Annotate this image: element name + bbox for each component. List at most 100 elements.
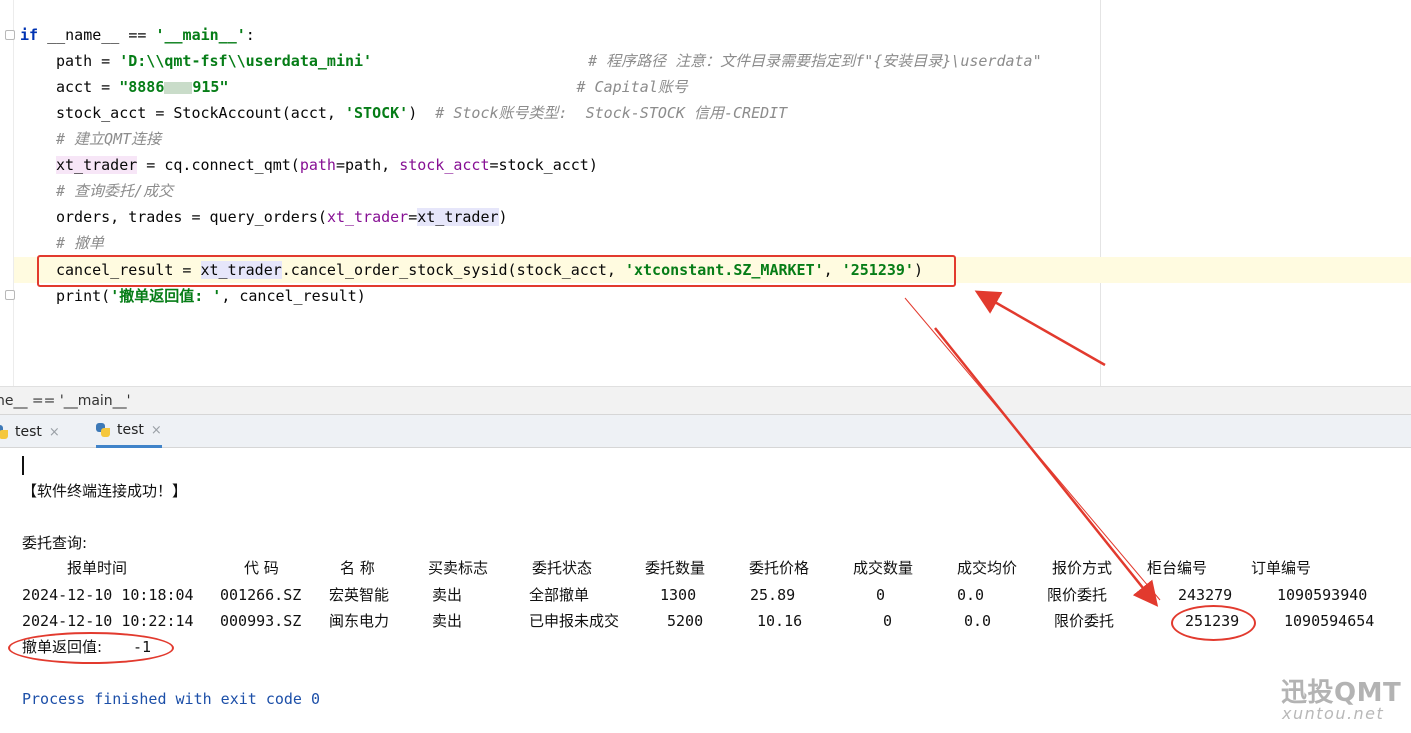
code-text: __name__ == <box>38 26 156 44</box>
col-header: 订单编号 <box>1251 559 1312 577</box>
text-cursor <box>22 456 24 475</box>
col-header: 成交均价 <box>957 559 1018 577</box>
run-tab-bar: test × test × <box>0 414 1411 448</box>
table-cell: 243279 <box>1178 586 1233 604</box>
table-cell: 000993.SZ <box>220 612 302 630</box>
code-line-2: path = 'D:\\qmt-fsf\\userdata_mini' # 程序路… <box>20 48 1042 74</box>
param-name: xt_trader <box>326 208 409 226</box>
table-cell: 全部撤单 <box>529 586 590 604</box>
col-header: 买卖标志 <box>428 559 489 577</box>
breadcrumb-item[interactable]: ne__ == '__main__' <box>0 393 131 409</box>
code-comment: # 程序路径 注意：文件目录需要指定到f"{安装目录}\userdata" <box>588 52 1042 70</box>
col-header: 委托数量 <box>645 559 706 577</box>
col-header: 柜台编号 <box>1147 559 1208 577</box>
annotation-highlight-box <box>37 255 956 287</box>
table-cell: 1090594654 <box>1284 612 1375 630</box>
code-text: = <box>408 208 418 226</box>
code-line-9: # 撤单 <box>20 230 104 256</box>
table-cell: 0 <box>876 586 886 604</box>
code-text: , cancel_result) <box>221 287 366 305</box>
code-comment: # Capital账号 <box>576 78 688 96</box>
breadcrumb[interactable]: ne__ == '__main__' <box>0 386 1411 414</box>
code-text: =path, <box>335 156 400 174</box>
variable-xt-trader: xt_trader <box>56 156 138 174</box>
table-cell: 卖出 <box>432 586 463 604</box>
python-icon <box>96 423 110 437</box>
code-text: : <box>245 26 255 44</box>
code-text: acct = <box>56 78 120 96</box>
code-line-4: stock_acct = StockAccount(acct, 'STOCK')… <box>20 100 787 126</box>
string-literal: '撤单返回值: ' <box>110 287 222 305</box>
connect-message: 【软件终端连接成功！】 <box>22 482 188 500</box>
col-header: 名 称 <box>340 559 375 577</box>
run-tab-test-1[interactable]: test × <box>0 415 60 449</box>
fold-close-icon[interactable] <box>5 290 15 300</box>
string-literal: "8886 <box>119 78 165 96</box>
table-cell: 0 <box>883 612 893 630</box>
col-header: 代 码 <box>244 559 279 577</box>
code-text: orders, trades = query_orders( <box>56 208 327 226</box>
code-text: =stock_acct) <box>489 156 598 174</box>
col-header: 报单时间 <box>67 559 128 577</box>
redacted-mask <box>164 81 193 94</box>
code-text: = cq.connect_qmt( <box>137 156 300 174</box>
process-finished-message: Process finished with exit code 0 <box>22 690 321 708</box>
table-cell: 2024-12-10 10:18:04 <box>22 586 194 604</box>
code-text: stock_acct = StockAccount(acct, <box>56 104 345 122</box>
variable-xt-trader: xt_trader <box>417 208 499 226</box>
code-line-1: if __name__ == '__main__': <box>20 22 255 48</box>
editor-gutter <box>0 0 14 386</box>
table-cell: 10.16 <box>757 612 803 630</box>
code-line-7: # 查询委托/成交 <box>20 178 173 204</box>
code-comment: # 建立QMT连接 <box>56 130 162 148</box>
code-comment: # 查询委托/成交 <box>56 182 174 200</box>
annotation-ellipse-sysid <box>1171 605 1256 641</box>
code-text: path = <box>56 52 120 70</box>
table-cell: 宏英智能 <box>329 586 390 604</box>
code-line-6: xt_trader = cq.connect_qmt(path=path, st… <box>20 152 598 178</box>
table-cell: 0.0 <box>964 612 992 630</box>
code-text: print( <box>56 287 111 305</box>
code-line-8: orders, trades = query_orders(xt_trader=… <box>20 204 508 230</box>
python-icon <box>0 425 8 439</box>
close-icon[interactable]: × <box>151 423 162 438</box>
code-comment: # Stock账号类型: Stock-STOCK 信用-CREDIT <box>435 104 788 122</box>
table-cell: 限价委托 <box>1054 612 1115 630</box>
string-literal: 915" <box>192 78 229 96</box>
right-margin-guide <box>1100 0 1101 386</box>
table-cell: 已申报未成交 <box>529 612 620 630</box>
table-cell: 闽东电力 <box>329 612 390 630</box>
code-comment: # 撤单 <box>56 234 105 252</box>
tab-label: test <box>15 424 42 440</box>
param-name: stock_acct <box>399 156 490 174</box>
table-cell: 卖出 <box>432 612 463 630</box>
tab-label: test <box>117 422 144 438</box>
fold-open-icon[interactable] <box>5 30 15 40</box>
close-icon[interactable]: × <box>49 425 60 440</box>
keyword-if: if <box>20 26 39 44</box>
table-cell: 1300 <box>660 586 697 604</box>
code-line-3: acct = "8886 915" # Capital账号 <box>20 74 688 100</box>
string-literal: 'STOCK' <box>344 104 409 122</box>
watermark-site: xuntou.net <box>1282 704 1385 723</box>
annotation-ellipse-result <box>8 632 174 664</box>
code-text: ) <box>498 208 508 226</box>
string-literal: '__main__' <box>155 26 246 44</box>
query-title: 委托查询: <box>22 534 88 552</box>
col-header: 报价方式 <box>1052 559 1113 577</box>
table-cell: 0.0 <box>957 586 985 604</box>
run-tab-test-2[interactable]: test × <box>96 415 162 448</box>
table-cell: 2024-12-10 10:22:14 <box>22 612 194 630</box>
code-editor[interactable]: if __name__ == '__main__': path = 'D:\\q… <box>0 0 1411 386</box>
col-header: 成交数量 <box>853 559 914 577</box>
table-cell: 25.89 <box>750 586 796 604</box>
table-cell: 1090593940 <box>1277 586 1368 604</box>
col-header: 委托价格 <box>749 559 810 577</box>
code-text: ) <box>408 104 436 122</box>
table-cell: 001266.SZ <box>220 586 302 604</box>
string-literal: 'D:\\qmt-fsf\\userdata_mini' <box>119 52 373 70</box>
param-name: path <box>299 156 336 174</box>
code-line-5: # 建立QMT连接 <box>20 126 161 152</box>
col-header: 委托状态 <box>532 559 593 577</box>
table-cell: 限价委托 <box>1047 586 1108 604</box>
